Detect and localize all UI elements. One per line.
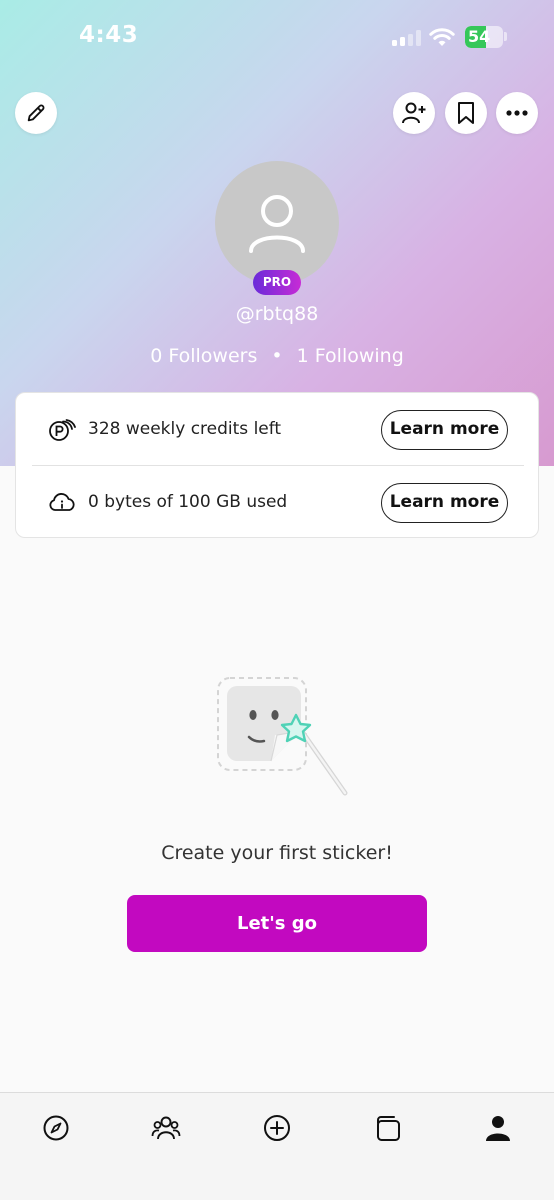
tab-profile[interactable] [481, 1111, 515, 1145]
pro-badge: PRO [253, 270, 301, 295]
follow-stats: 0 Followers • 1 Following [0, 345, 554, 367]
tab-library[interactable] [371, 1111, 405, 1145]
user-placeholder-icon [249, 195, 305, 253]
tab-community[interactable] [149, 1111, 183, 1145]
tab-bar [0, 1092, 554, 1200]
username: @rbtq88 [235, 303, 319, 325]
add-user-icon [402, 102, 426, 124]
storage-row: 0 bytes of 100 GB used Learn more [16, 466, 540, 539]
tab-explore[interactable] [39, 1111, 73, 1145]
bookmark-icon [458, 102, 474, 124]
community-icon [151, 1116, 181, 1140]
explore-icon [43, 1115, 69, 1141]
create-icon [264, 1115, 290, 1141]
avatar[interactable] [215, 161, 339, 285]
credits-icon [49, 419, 76, 441]
followers-link[interactable]: 0 Followers [150, 345, 257, 367]
battery-icon: 54 [465, 26, 503, 48]
profile-icon [486, 1116, 510, 1141]
credits-row: 328 weekly credits left Learn more [16, 393, 540, 466]
battery-percentage: 54 [468, 27, 491, 46]
cloud-info-icon [49, 493, 75, 511]
saved-button[interactable] [445, 92, 487, 134]
credits-label: 328 weekly credits left [88, 419, 282, 439]
status-time: 4:43 [79, 22, 139, 48]
tab-create[interactable] [260, 1111, 294, 1145]
storage-label: 0 bytes of 100 GB used [88, 492, 288, 512]
usage-card: 328 weekly credits left Learn more 0 byt… [15, 392, 539, 538]
cellular-signal-icon [392, 30, 422, 46]
wifi-icon [429, 28, 455, 46]
storage-learn-more-button[interactable]: Learn more [381, 483, 508, 523]
edit-pencil-icon [27, 104, 45, 122]
more-options-button[interactable] [496, 92, 538, 134]
credits-learn-more-button[interactable]: Learn more [381, 410, 508, 450]
battery-nub [504, 32, 507, 41]
following-link[interactable]: 1 Following [297, 345, 404, 367]
empty-state-message: Create your first sticker! [161, 842, 393, 864]
edit-profile-button[interactable] [15, 92, 57, 134]
more-icon [506, 110, 528, 116]
separator-dot: • [271, 345, 283, 367]
lets-go-button[interactable]: Let's go [127, 895, 427, 952]
sticker-illustration [217, 677, 348, 796]
status-bar: 4:43 54 [0, 0, 554, 76]
add-friend-button[interactable] [393, 92, 435, 134]
library-icon [377, 1116, 400, 1141]
